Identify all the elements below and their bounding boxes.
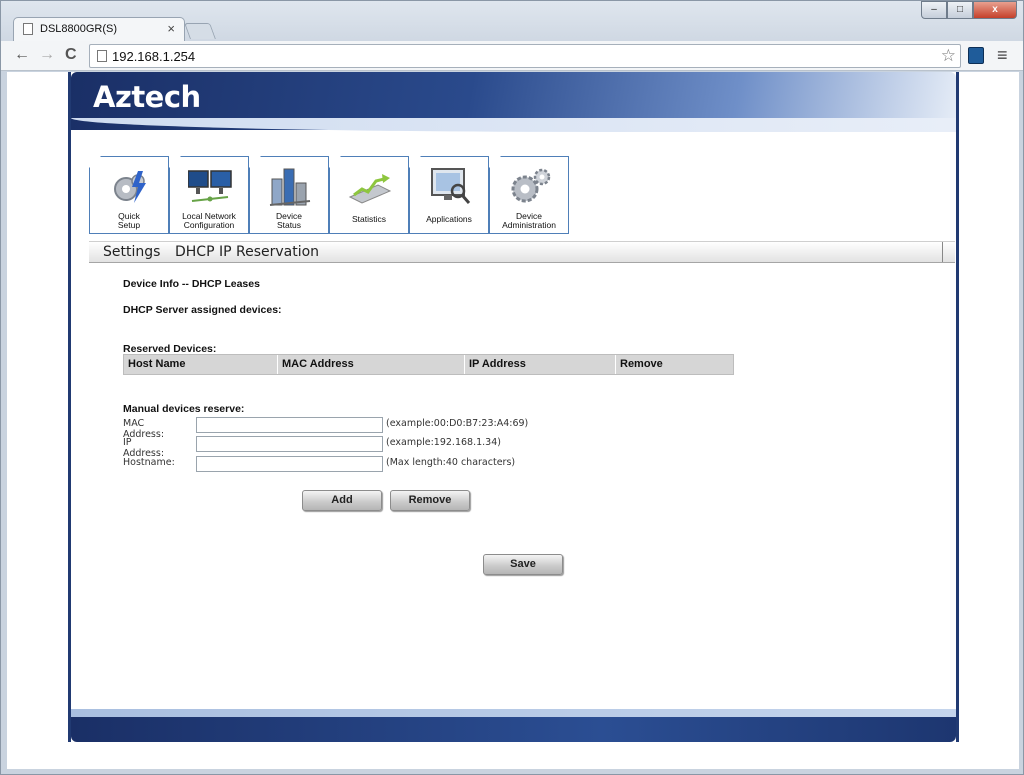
header-wave xyxy=(71,118,956,132)
add-button[interactable]: Add xyxy=(302,490,382,511)
back-arrow-icon[interactable]: ← xyxy=(14,46,30,64)
new-tab-button[interactable] xyxy=(184,23,216,39)
menu-icon[interactable]: ≡ xyxy=(997,45,1008,66)
forward-arrow-icon[interactable]: → xyxy=(39,46,55,64)
tab-close-icon[interactable]: × xyxy=(167,21,175,36)
nav-label: Applications xyxy=(426,214,472,224)
nav-applications[interactable]: Applications xyxy=(409,156,489,234)
address-bar[interactable]: ☆ xyxy=(89,44,961,68)
column-mac-address: MAC Address xyxy=(278,355,465,374)
column-host-name: Host Name xyxy=(124,355,278,374)
breadcrumb: Settings DHCP IP Reservation xyxy=(89,241,955,263)
column-ip-address: IP Address xyxy=(465,355,616,374)
device-info-heading: Device Info -- DHCP Leases xyxy=(123,278,260,290)
hostname-input[interactable] xyxy=(196,456,383,472)
page-icon xyxy=(23,23,33,35)
nav-local-network-configuration[interactable]: Local Network Configuration xyxy=(169,156,249,234)
reserved-devices-table-header: Host Name MAC Address IP Address Remove xyxy=(123,354,734,375)
url-input[interactable] xyxy=(112,48,932,64)
nav-device-administration[interactable]: Device Administration xyxy=(489,156,569,234)
nav-label: Setup xyxy=(117,220,141,230)
tab-title: DSL8800GR(S) xyxy=(40,23,118,35)
main-nav: Quick Setup Local Network Configuration … xyxy=(89,156,569,234)
ip-address-hint: (example:192.168.1.34) xyxy=(386,437,501,448)
dhcp-assigned-heading: DHCP Server assigned devices: xyxy=(123,304,282,316)
screen-magnifier-icon xyxy=(431,168,471,204)
page-icon xyxy=(97,50,107,62)
nav-label: Administration xyxy=(502,220,556,230)
page-title: DHCP IP Reservation xyxy=(175,244,320,260)
gears-icon xyxy=(511,168,551,203)
tab-strip: DSL8800GR(S) × – □ x xyxy=(1,1,1023,41)
aztech-logo: Aztech xyxy=(93,80,201,114)
minimize-button[interactable]: – xyxy=(921,1,947,19)
hostname-label: Hostname: xyxy=(123,457,175,468)
nav-device-status[interactable]: Device Status xyxy=(249,156,329,234)
mac-address-hint: (example:00:D0:B7:23:A4:69) xyxy=(386,418,529,429)
router-header: Aztech xyxy=(71,72,956,132)
nav-statistics[interactable]: Statistics xyxy=(329,156,409,234)
gears-lightning-icon xyxy=(114,171,146,203)
monitors-icon xyxy=(188,170,232,202)
ip-address-label: IP Address: xyxy=(123,437,165,459)
reload-icon[interactable]: C xyxy=(65,46,77,64)
save-button[interactable]: Save xyxy=(483,554,563,575)
buildings-chart-icon xyxy=(269,168,311,206)
browser-window: DSL8800GR(S) × – □ x ← → C ☆ ≡ Aztech xyxy=(0,0,1024,775)
manual-reserve-heading: Manual devices reserve: xyxy=(123,403,245,415)
arrow-graph-icon xyxy=(348,174,392,204)
browser-tab[interactable]: DSL8800GR(S) × xyxy=(13,17,185,41)
browser-toolbar: ← → C ☆ ≡ xyxy=(1,41,1023,71)
close-window-button[interactable]: x xyxy=(973,1,1017,19)
column-remove: Remove xyxy=(620,358,663,370)
nav-quick-setup[interactable]: Quick Setup xyxy=(89,156,169,234)
router-page: Aztech Quick Setup Local Network Configu… xyxy=(68,72,959,742)
maximize-button[interactable]: □ xyxy=(947,1,973,19)
breadcrumb-section: Settings xyxy=(103,244,161,260)
extension-icon[interactable] xyxy=(968,47,984,64)
nav-label: Configuration xyxy=(183,220,235,230)
hostname-hint: (Max length:40 characters) xyxy=(386,457,516,468)
page-viewport: Aztech Quick Setup Local Network Configu… xyxy=(7,72,1019,769)
nav-label: Status xyxy=(276,220,302,230)
router-footer xyxy=(71,709,956,742)
nav-label: Statistics xyxy=(351,214,386,224)
mac-address-input[interactable] xyxy=(196,417,383,433)
ip-address-input[interactable] xyxy=(196,436,383,452)
window-controls: – □ x xyxy=(921,1,1017,19)
bookmark-star-icon[interactable]: ☆ xyxy=(941,46,956,66)
remove-button[interactable]: Remove xyxy=(390,490,470,511)
